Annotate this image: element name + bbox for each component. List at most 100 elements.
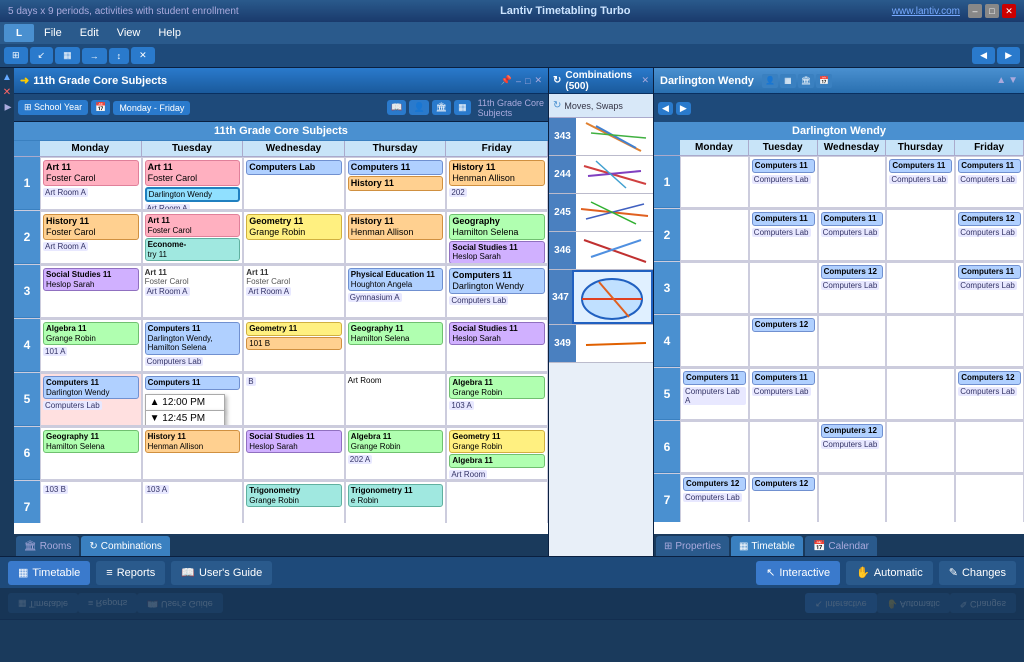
extra-btn[interactable]: ▦ [454,100,471,115]
cell-p4-mon[interactable]: Algebra 11 Grange Robin 101 A [40,319,142,372]
cell-p2-fri[interactable]: Geography Hamilton Selena Social Studies… [446,211,548,264]
minimize-button[interactable]: – [968,4,982,18]
cell-p4-tue[interactable]: Computers 11 Darlington Wendy, Hamilton … [142,319,244,372]
card-alg-p4-mon[interactable]: Algebra 11 Grange Robin [43,322,139,345]
teacher-comp11-p2-tue[interactable]: Computers 11 [752,212,815,226]
teacher-cell-p2-mon[interactable] [680,209,749,261]
cell-p6-fri[interactable]: Geometry 11 Grange Robin Algebra 11 Art … [446,427,548,480]
teacher-comp12-p4-tue[interactable]: Computers 12 [752,318,815,332]
cell-p6-tue[interactable]: History 11 Henman Allison [142,427,244,480]
teacher-comp11-p3-fri[interactable]: Computers 11 [958,265,1021,279]
teacher-cell-p7-mon[interactable]: Computers 12 Computers Lab [680,474,749,522]
teacher-cell-p1-mon[interactable] [680,156,749,208]
comb-item-343[interactable]: 343 [549,118,653,156]
toolbar-button-3[interactable]: ▦ [55,47,80,64]
teacher-cell-p4-mon[interactable] [680,315,749,367]
card-darlington[interactable]: Darlington Wendy [145,187,241,203]
card-hist11-p2-thu[interactable]: History 11 Henman Allison [348,214,444,240]
teacher-cell-p3-thu[interactable] [886,262,955,314]
teacher-cell-p1-tue[interactable]: Computers 11 Computers Lab [749,156,818,208]
teacher-cell-p7-fri[interactable] [955,474,1024,522]
teacher-cell-p3-wed[interactable]: Computers 12 Computers Lab [818,262,887,314]
card-art11-mon[interactable]: Art 11 Foster Carol [43,160,139,186]
card-geog-p4-thu[interactable]: Geography 11 Hamilton Selena [348,322,444,345]
card-hist11-fri[interactable]: History 11 Henman Allison [449,160,545,186]
close-button[interactable]: ✕ [1002,4,1016,18]
card-hist-p4-wed[interactable]: 101 B [246,337,342,351]
teacher-cell-p6-tue[interactable] [749,421,818,473]
card-comp11-thu[interactable]: Computers 11 [348,160,444,175]
card-art11-p2-tue[interactable]: Art 11 Foster Carol [145,214,241,237]
timetable-tab-btn[interactable]: ▦ Timetable [8,561,90,585]
nav-close[interactable]: ✕ [3,87,11,98]
teacher-cell-p2-fri[interactable]: Computers 12 Computers Lab [955,209,1024,261]
cell-p4-fri[interactable]: Social Studies 11 Heslop Sarah [446,319,548,372]
teacher-cell-p3-tue[interactable] [749,262,818,314]
card-soc-p6-wed[interactable]: Social Studies 11 Heslop Sarah [246,430,342,453]
teacher-cell-p7-thu[interactable] [886,474,955,522]
teacher-cell-p4-fri[interactable] [955,315,1024,367]
teacher-cell-p5-thu[interactable] [886,368,955,420]
card-comp-p3-fri[interactable]: Computers 11 Darlington Wendy [449,268,545,294]
panel-minimize[interactable]: – [516,75,521,86]
comb-item-244[interactable]: 244 [549,156,653,194]
card-hist-p6-tue[interactable]: History 11 Henman Allison [145,430,241,453]
card-comp-p5-tue[interactable]: Computers 11 [145,376,241,390]
comb-item-highlight[interactable]: 347 [549,270,653,325]
teacher-comp11-p5-tue[interactable]: Computers 11 [752,371,815,385]
teacher-comp11-p1-tue[interactable]: Computers 11 [752,159,815,173]
card-alg-p5-fri[interactable]: Algebra 11 Grange Robin [449,376,545,399]
teacher-comp12-p5-fri[interactable]: Computers 12 [958,371,1021,385]
teacher-cell-p6-thu[interactable] [886,421,955,473]
teacher-btn-2[interactable]: ▦ [780,74,796,88]
cell-p5-fri[interactable]: Algebra 11 Grange Robin 103 A [446,373,548,426]
book-btn[interactable]: 📖 [387,100,406,115]
teacher-cell-p2-wed[interactable]: Computers 11 Computers Lab [818,209,887,261]
teacher-toolbar-1[interactable]: ◀ [658,102,673,115]
combinations-list[interactable]: 343 244 [549,118,653,556]
cell-p7-wed[interactable]: Trigonometry Grange Robin [243,481,345,523]
card-soc-p4-fri[interactable]: Social Studies 11 Heslop Sarah [449,322,545,345]
card-phys-p3-thu[interactable]: Physical Education 11 Houghton Angela [348,268,444,291]
cell-p3-mon[interactable]: Social Studies 11 Heslop Sarah [40,265,142,318]
cell-p2-thu[interactable]: History 11 Henman Allison [345,211,447,264]
tab-timetable[interactable]: ▦ Timetable [731,536,803,556]
card-trig-p7-thu[interactable]: Trigonometry 11 e Robin [348,484,444,507]
teacher-comp12-p7-tue[interactable]: Computers 12 [752,477,815,491]
maximize-button[interactable]: □ [985,4,999,18]
teacher-cell-p2-tue[interactable]: Computers 11 Computers Lab [749,209,818,261]
teacher-cell-p6-fri[interactable] [955,421,1024,473]
teacher-btn-3[interactable]: 🏛 [798,74,814,88]
scroll-down-right[interactable]: ▼ [1008,75,1018,86]
card-trig-p7-wed[interactable]: Trigonometry Grange Robin [246,484,342,507]
card-alg-p6-thu[interactable]: Algebra 11 Grange Robin [348,430,444,453]
cell-p1-wed[interactable]: Computers Lab [243,157,345,210]
teacher-cell-p5-tue[interactable]: Computers 11 Computers Lab [749,368,818,420]
school-year-btn[interactable]: ⊞ School Year [18,100,88,115]
cell-p2-mon[interactable]: History 11 Foster Carol Art Room A [40,211,142,264]
cell-p7-thu[interactable]: Trigonometry 11 e Robin [345,481,447,523]
teacher-cell-p4-tue[interactable]: Computers 12 [749,315,818,367]
card-hist11-p2-mon[interactable]: History 11 Foster Carol [43,214,139,240]
teacher-cell-p6-mon[interactable] [680,421,749,473]
cell-p5-mon[interactable]: Computers 11 Darlington Wendy Computers … [40,373,142,426]
reports-tab-btn[interactable]: ≡ Reports [96,561,165,585]
cell-p7-tue[interactable]: 103 A [142,481,244,523]
time-dropdown-1[interactable]: ▲ 12:00 PM [145,394,225,411]
cell-p2-tue[interactable]: Art 11 Foster Carol Econome- try 11 [142,211,244,264]
panel-close[interactable]: ✕ [534,75,542,86]
card-geom-p6-fri[interactable]: Geometry 11 Grange Robin [449,430,545,453]
card-comp-p5-mon[interactable]: Computers 11 Darlington Wendy [43,376,139,399]
teacher-comp12-p6-wed[interactable]: Computers 12 [821,424,884,438]
automatic-btn[interactable]: ✋ Automatic [846,561,933,585]
card-geog-p2-fri[interactable]: Geography Hamilton Selena [449,214,545,240]
card-comp-p4-tue[interactable]: Computers 11 Darlington Wendy, Hamilton … [145,322,241,355]
teacher-cell-p7-tue[interactable]: Computers 12 [749,474,818,522]
card-econ-p2-tue[interactable]: Econome- try 11 [145,238,241,261]
menu-file[interactable]: File [36,25,70,41]
toolbar-button-5[interactable]: ↕ [109,48,130,64]
teacher-cell-p2-thu[interactable] [886,209,955,261]
teacher-btn-1[interactable]: 👤 [762,74,778,88]
changes-btn[interactable]: ✎ Changes [939,561,1016,585]
teacher-comp12-p7-mon[interactable]: Computers 12 [683,477,746,491]
